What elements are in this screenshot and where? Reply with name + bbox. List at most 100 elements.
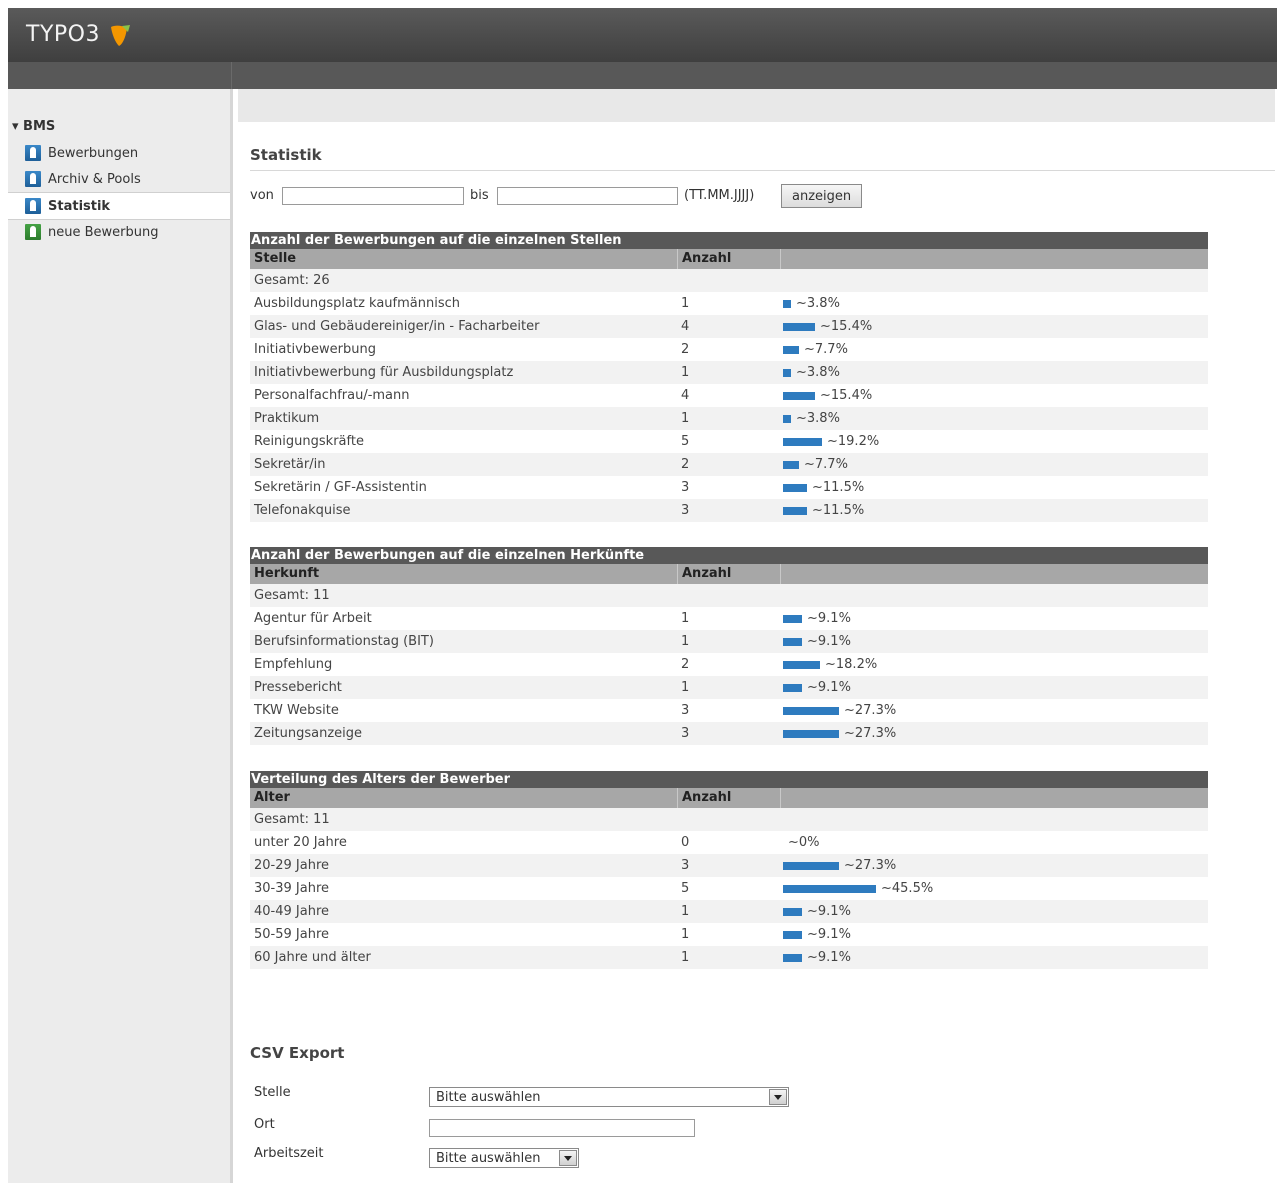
row-label: Sekretärin / GF-Assistentin xyxy=(254,480,427,495)
page-title: Statistik xyxy=(250,146,322,164)
sidebar-item-bewerbungen[interactable]: Bewerbungen xyxy=(8,140,230,166)
total-label: Gesamt: 11 xyxy=(254,588,330,603)
sidebar-item-statistik[interactable]: Statistik xyxy=(8,192,230,220)
row-count: 3 xyxy=(681,726,690,741)
total-label: Gesamt: 11 xyxy=(254,812,330,827)
row-label: Pressebericht xyxy=(254,680,342,695)
percentage-label: ~3.8% xyxy=(796,411,840,426)
row-label: Empfehlung xyxy=(254,657,333,672)
table-header: Alter Anzahl xyxy=(250,788,1208,808)
show-button[interactable]: anzeigen xyxy=(781,184,863,208)
arbeitszeit-label: Arbeitszeit xyxy=(254,1146,324,1161)
percentage-label: ~7.7% xyxy=(804,342,848,357)
csv-arbeitszeit-row: Arbeitszeit Bitte auswählen xyxy=(254,1146,814,1168)
table-row: Zeitungsanzeige 3 ~27.3% xyxy=(250,722,1208,745)
percentage-bar xyxy=(783,460,799,469)
percentage-bar xyxy=(783,683,802,692)
sidebar-item-archiv[interactable]: Archiv & Pools xyxy=(8,166,230,192)
statistics-icon xyxy=(25,198,41,214)
percentage-label: ~27.3% xyxy=(844,726,897,741)
column-header: Anzahl xyxy=(678,564,781,584)
row-label: 20-29 Jahre xyxy=(254,858,330,873)
add-user-icon xyxy=(25,224,41,240)
row-count: 1 xyxy=(681,296,690,311)
percentage-bar xyxy=(783,930,802,939)
table-row: 40-49 Jahre 1 ~9.1% xyxy=(250,900,1208,923)
table-header: Stelle Anzahl xyxy=(250,249,1208,269)
top-bar: TYPO3 xyxy=(8,8,1277,62)
sidebar-item-label: Archiv & Pools xyxy=(48,171,141,187)
row-label: Glas- und Gebäudereiniger/in - Facharbei… xyxy=(254,319,540,334)
table-title: Anzahl der Bewerbungen auf die einzelnen… xyxy=(250,232,1208,249)
column-header: Anzahl xyxy=(678,788,781,808)
percentage-label: ~9.1% xyxy=(807,680,851,695)
sidebar-group-bms[interactable]: ▾ BMS xyxy=(12,119,55,134)
column-header: Alter xyxy=(250,788,678,808)
row-count: 1 xyxy=(681,611,690,626)
percentage-bar xyxy=(783,345,799,354)
stelle-label: Stelle xyxy=(254,1085,291,1100)
row-count: 2 xyxy=(681,342,690,357)
to-date-input[interactable] xyxy=(497,187,678,205)
sidebar-item-label: Bewerbungen xyxy=(48,145,139,161)
ort-input[interactable] xyxy=(429,1119,695,1137)
row-count: 2 xyxy=(681,657,690,672)
table-row: unter 20 Jahre 0 ~0% xyxy=(250,831,1208,854)
table-row: Initiativbewerbung für Ausbildungsplatz 1… xyxy=(250,361,1208,384)
sidebar-item-neue-bewerbung[interactable]: neue Bewerbung xyxy=(8,219,230,245)
table-title: Anzahl der Bewerbungen auf die einzelnen… xyxy=(250,547,1208,564)
row-count: 3 xyxy=(681,858,690,873)
percentage-bar xyxy=(783,391,815,400)
row-label: Reinigungskräfte xyxy=(254,434,364,449)
percentage-label: ~27.3% xyxy=(844,703,897,718)
percentage-label: ~7.7% xyxy=(804,457,848,472)
sidebar-item-label: Statistik xyxy=(48,198,111,214)
stelle-select[interactable]: Bitte auswählen xyxy=(429,1087,789,1107)
table-row: Berufsinformationstag (BIT) 1 ~9.1% xyxy=(250,630,1208,653)
percentage-bar xyxy=(783,660,820,669)
table-row: Ausbildungsplatz kaufmännisch 1 ~3.8% xyxy=(250,292,1208,315)
chevron-down-icon xyxy=(559,1150,577,1166)
row-label: Personalfachfrau/-mann xyxy=(254,388,410,403)
from-date-input[interactable] xyxy=(282,187,464,205)
percentage-bar xyxy=(783,729,839,738)
row-count: 2 xyxy=(681,457,690,472)
percentage-bar xyxy=(783,506,807,515)
row-count: 5 xyxy=(681,881,690,896)
table-row: TKW Website 3 ~27.3% xyxy=(250,699,1208,722)
main-content: Statistik von bis (TT.MM.JJJJ) anzeigen … xyxy=(238,122,1275,1183)
percentage-label: ~11.5% xyxy=(812,503,865,518)
table-row: Praktikum 1 ~3.8% xyxy=(250,407,1208,430)
percentage-label: ~9.1% xyxy=(807,904,851,919)
ort-label: Ort xyxy=(254,1117,275,1132)
table-row: 50-59 Jahre 1 ~9.1% xyxy=(250,923,1208,946)
percentage-label: ~9.1% xyxy=(807,634,851,649)
divider xyxy=(250,170,1275,171)
archive-user-icon xyxy=(25,171,41,187)
table-row: Sekretär/in 2 ~7.7% xyxy=(250,453,1208,476)
table-row: Personalfachfrau/-mann 4 ~15.4% xyxy=(250,384,1208,407)
row-label: Berufsinformationstag (BIT) xyxy=(254,634,434,649)
table-row: Reinigungskräfte 5 ~19.2% xyxy=(250,430,1208,453)
table-total-row: Gesamt: 11 xyxy=(250,808,1208,831)
percentage-label: ~3.8% xyxy=(796,296,840,311)
percentage-bar xyxy=(783,953,802,962)
column-header: Anzahl xyxy=(678,249,781,269)
percentage-label: ~45.5% xyxy=(881,881,934,896)
row-label: Agentur für Arbeit xyxy=(254,611,372,626)
row-label: unter 20 Jahre xyxy=(254,835,347,850)
to-label: bis xyxy=(470,188,489,203)
percentage-bar xyxy=(783,414,791,423)
table-row: Sekretärin / GF-Assistentin 3 ~11.5% xyxy=(250,476,1208,499)
table-row: Pressebericht 1 ~9.1% xyxy=(250,676,1208,699)
stats-table: Verteilung des Alters der Bewerber Alter A… xyxy=(250,771,1208,969)
stats-table: Anzahl der Bewerbungen auf die einzelnen… xyxy=(250,232,1208,522)
table-total-row: Gesamt: 11 xyxy=(250,584,1208,607)
table-title: Verteilung des Alters der Bewerber xyxy=(250,771,1208,788)
csv-ort-row: Ort xyxy=(254,1117,814,1139)
module-toolbar xyxy=(8,62,1277,89)
percentage-bar xyxy=(783,437,822,446)
arbeitszeit-select[interactable]: Bitte auswählen xyxy=(429,1148,579,1168)
percentage-label: ~27.3% xyxy=(844,858,897,873)
row-label: Praktikum xyxy=(254,411,320,426)
